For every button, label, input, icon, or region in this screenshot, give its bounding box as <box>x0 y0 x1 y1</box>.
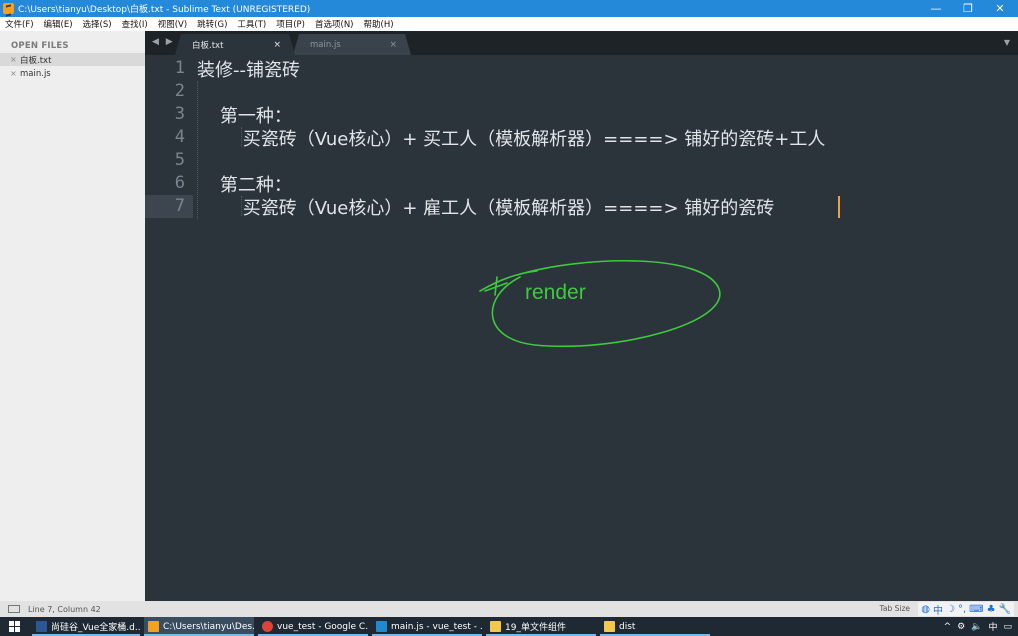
notification-icon[interactable]: ▭ <box>1003 622 1012 632</box>
sidebar-file-mainjs[interactable]: × main.js <box>0 67 145 80</box>
tab-close-icon[interactable]: × <box>389 40 397 50</box>
taskbar-chrome[interactable]: vue_test - Google C... <box>258 617 368 636</box>
sidebar: OPEN FILES × 白板.txt × main.js <box>0 31 145 601</box>
taskbar-word[interactable]: 尚硅谷_Vue全家桶.d... <box>32 617 140 636</box>
tray-expand-icon[interactable]: ^ <box>944 622 952 632</box>
sidebar-file-label: main.js <box>20 68 51 79</box>
ime-indicator[interactable]: 中 <box>988 620 997 633</box>
tab-menu-icon[interactable]: ▼ <box>1004 38 1010 47</box>
cursor-position: Line 7, Column 42 <box>28 604 101 614</box>
sidebar-file-whiteboard[interactable]: × 白板.txt <box>0 53 145 66</box>
menu-project[interactable]: 项目(P) <box>271 18 310 30</box>
taskbar-label: 19_单文件组件 <box>505 623 566 633</box>
menu-help[interactable]: 帮助(H) <box>359 18 399 30</box>
taskbar-label: main.js - vue_test - ... <box>391 621 482 632</box>
menu-view[interactable]: 视图(V) <box>153 18 192 30</box>
close-file-icon[interactable]: × <box>10 69 20 78</box>
ime-logo-icon[interactable]: ◍ <box>921 604 930 615</box>
tab-whiteboard[interactable]: 白板.txt × <box>175 34 295 55</box>
sublime-text-icon <box>148 621 159 632</box>
word-icon <box>36 621 47 632</box>
folder-icon <box>604 621 615 632</box>
sidebar-file-label: 白板.txt <box>20 55 52 66</box>
system-tray: ^ ⚙ 🔈 中 ▭ <box>944 617 1018 636</box>
menu-bar: 文件(F) 编辑(E) 选择(S) 查找(I) 视图(V) 跳转(G) 工具(T… <box>0 17 1018 31</box>
ime-keyboard-icon[interactable]: ⌨ <box>969 604 983 615</box>
tab-mainjs[interactable]: main.js × <box>293 34 411 55</box>
ime-moon-icon[interactable]: ☽ <box>946 604 955 615</box>
menu-file[interactable]: 文件(F) <box>0 18 39 30</box>
windows-logo-icon[interactable] <box>0 617 28 636</box>
tab-bar: ◀ ▶ main.js × 白板.txt × ▼ <box>145 31 1018 55</box>
tab-label: main.js <box>310 39 341 50</box>
tab-label: 白板.txt <box>192 40 224 51</box>
taskbar-label: C:\Users\tianyu\Des... <box>163 621 254 632</box>
ime-settings-icon[interactable]: 🔧 <box>999 604 1011 615</box>
taskbar-label: 尚硅谷_Vue全家桶.d... <box>51 623 140 633</box>
render-annotation: render <box>525 281 586 304</box>
console-toggle-icon[interactable] <box>8 605 20 613</box>
taskbar-folder-19[interactable]: 19_单文件组件 <box>486 617 596 636</box>
maximize-button[interactable]: ❐ <box>952 0 984 17</box>
title-bar: C:\Users\tianyu\Desktop\白板.txt - Sublime… <box>0 0 1018 17</box>
menu-preferences[interactable]: 首选项(N) <box>310 18 359 30</box>
chrome-icon <box>262 621 273 632</box>
sublime-text-icon <box>3 3 14 14</box>
tab-nav-arrows-icon[interactable]: ◀ ▶ <box>152 37 175 47</box>
menu-edit[interactable]: 编辑(E) <box>39 18 78 30</box>
open-files-header: OPEN FILES <box>11 41 69 51</box>
window-title: C:\Users\tianyu\Desktop\白板.txt - Sublime… <box>18 5 311 15</box>
ime-skin-icon[interactable]: ♣ <box>987 604 996 615</box>
tab-close-icon[interactable]: × <box>273 40 281 50</box>
editor[interactable]: 1 2 3 4 5 6 7 装修--铺瓷砖 第一种： 买瓷砖（Vue核心）+ 买… <box>145 55 1018 601</box>
status-bar: Line 7, Column 42 Tab Size ◍ 中 ☽ °, ⌨ ♣ … <box>0 601 1018 617</box>
minimize-button[interactable]: — <box>920 0 952 17</box>
ime-chinese-mode[interactable]: 中 <box>933 602 943 617</box>
annotation-drawing <box>479 259 721 348</box>
taskbar-label: dist <box>619 621 636 632</box>
taskbar-sublime[interactable]: C:\Users\tianyu\Des... <box>144 617 254 636</box>
menu-tools[interactable]: 工具(T) <box>232 18 271 30</box>
taskbar: 尚硅谷_Vue全家桶.d... C:\Users\tianyu\Des... v… <box>0 617 1018 636</box>
volume-icon[interactable]: 🔈 <box>971 622 982 632</box>
menu-find[interactable]: 查找(I) <box>117 18 153 30</box>
tray-settings-icon[interactable]: ⚙ <box>957 622 965 632</box>
tab-size-indicator[interactable]: Tab Size <box>880 604 910 613</box>
menu-goto[interactable]: 跳转(G) <box>192 18 232 30</box>
taskbar-label: vue_test - Google C... <box>277 621 368 632</box>
close-button[interactable]: ✕ <box>984 0 1016 17</box>
ime-toolbar: ◍ 中 ☽ °, ⌨ ♣ 🔧 <box>918 602 1014 617</box>
taskbar-folder-dist[interactable]: dist <box>600 617 710 636</box>
ime-punctuation-icon[interactable]: °, <box>958 604 966 615</box>
taskbar-vscode[interactable]: main.js - vue_test - ... <box>372 617 482 636</box>
folder-icon <box>490 621 501 632</box>
close-file-icon[interactable]: × <box>10 55 20 64</box>
vscode-icon <box>376 621 387 632</box>
menu-selection[interactable]: 选择(S) <box>78 18 117 30</box>
